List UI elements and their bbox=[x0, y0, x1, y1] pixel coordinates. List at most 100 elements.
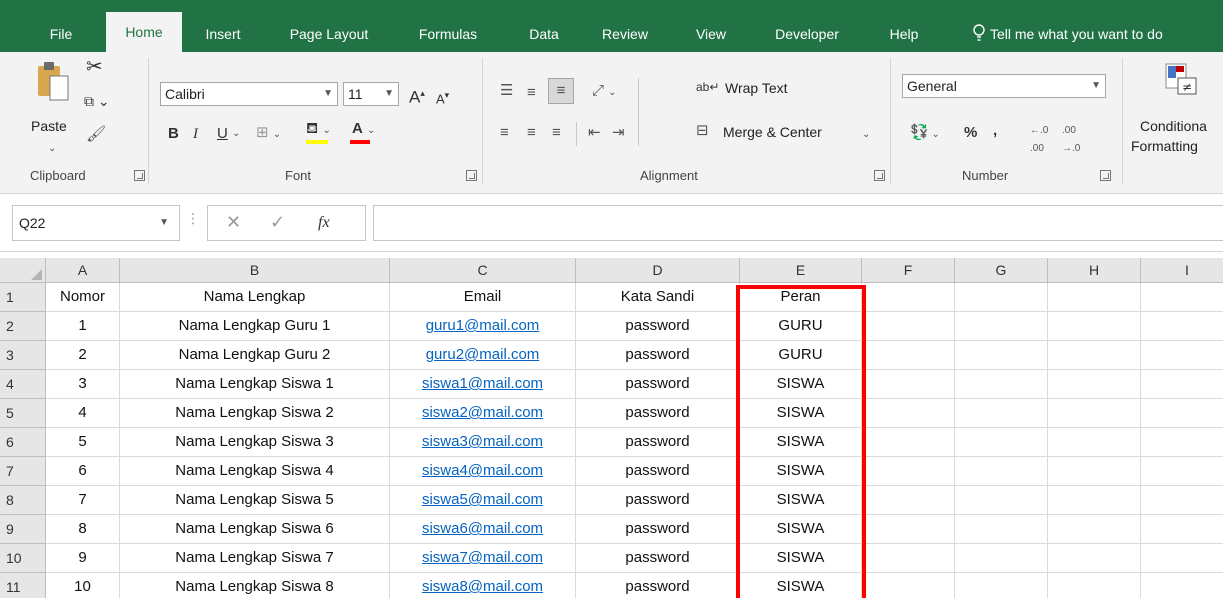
cell-a3[interactable]: 2 bbox=[46, 341, 120, 370]
cell-d4[interactable]: password bbox=[576, 370, 740, 399]
enter-icon[interactable]: ✓ bbox=[270, 212, 285, 233]
cell-i10[interactable] bbox=[1141, 544, 1223, 573]
cell-h2[interactable] bbox=[1048, 312, 1141, 341]
alignment-launcher-icon[interactable] bbox=[874, 170, 885, 181]
borders-icon[interactable]: ⊞ ⌄ bbox=[256, 124, 281, 144]
conditional-formatting-line1[interactable]: Conditiona bbox=[1140, 118, 1207, 134]
cell-f3[interactable] bbox=[862, 341, 955, 370]
column-header-b[interactable]: B bbox=[120, 258, 390, 283]
number-format-select[interactable]: General ▼ bbox=[902, 74, 1106, 98]
cell-a8[interactable]: 7 bbox=[46, 486, 120, 515]
cell-c2[interactable]: guru1@mail.com bbox=[390, 312, 576, 341]
cell-i2[interactable] bbox=[1141, 312, 1223, 341]
tab-developer[interactable]: Developer bbox=[762, 20, 852, 52]
paste-icon[interactable] bbox=[36, 60, 74, 106]
paste-label[interactable]: Paste bbox=[31, 118, 67, 134]
cell-c7[interactable]: siswa4@mail.com bbox=[390, 457, 576, 486]
row-header[interactable]: 8 bbox=[0, 486, 45, 515]
column-header-i[interactable]: I bbox=[1141, 258, 1223, 283]
cell-d8[interactable]: password bbox=[576, 486, 740, 515]
cell-f6[interactable] bbox=[862, 428, 955, 457]
cell-i6[interactable] bbox=[1141, 428, 1223, 457]
cell-h11[interactable] bbox=[1048, 573, 1141, 598]
cell-a9[interactable]: 8 bbox=[46, 515, 120, 544]
cell-b5[interactable]: Nama Lengkap Siswa 2 bbox=[120, 399, 390, 428]
accounting-format-icon[interactable]: 💱 ⌄ bbox=[910, 124, 940, 144]
cell-i7[interactable] bbox=[1141, 457, 1223, 486]
cell-c1[interactable]: Email bbox=[390, 283, 576, 312]
comma-style-button[interactable]: , bbox=[993, 122, 997, 140]
cell-e1[interactable]: Peran bbox=[740, 283, 862, 312]
cell-d9[interactable]: password bbox=[576, 515, 740, 544]
cell-d10[interactable]: password bbox=[576, 544, 740, 573]
drag-handle-icon[interactable]: ⋮ bbox=[186, 210, 200, 227]
column-header-g[interactable]: G bbox=[955, 258, 1048, 283]
tab-home[interactable]: Home bbox=[106, 12, 182, 52]
cell-e2[interactable]: GURU bbox=[740, 312, 862, 341]
cell-d2[interactable]: password bbox=[576, 312, 740, 341]
merge-center-button[interactable]: Merge & Center bbox=[723, 124, 822, 140]
cell-f5[interactable] bbox=[862, 399, 955, 428]
tab-help[interactable]: Help bbox=[880, 20, 928, 52]
font-color-icon[interactable]: A ⌄ bbox=[350, 120, 375, 144]
cell-g4[interactable] bbox=[955, 370, 1048, 399]
decrease-indent-icon[interactable]: ⇤ bbox=[588, 124, 601, 142]
cell-h6[interactable] bbox=[1048, 428, 1141, 457]
align-center-icon[interactable]: ≡ bbox=[527, 124, 536, 142]
cancel-icon[interactable]: ✕ bbox=[226, 212, 241, 233]
fill-color-icon[interactable]: ⛾ ⌄ bbox=[306, 120, 331, 144]
row-header[interactable]: 2 bbox=[0, 312, 45, 341]
cell-b10[interactable]: Nama Lengkap Siswa 7 bbox=[120, 544, 390, 573]
cell-d3[interactable]: password bbox=[576, 341, 740, 370]
cell-a1[interactable]: Nomor bbox=[46, 283, 120, 312]
number-launcher-icon[interactable] bbox=[1100, 170, 1111, 181]
row-header[interactable]: 11 bbox=[0, 573, 45, 598]
percent-style-button[interactable]: % bbox=[964, 124, 977, 142]
cell-i3[interactable] bbox=[1141, 341, 1223, 370]
cell-c10[interactable]: siswa7@mail.com bbox=[390, 544, 576, 573]
clipboard-launcher-icon[interactable] bbox=[134, 170, 145, 181]
cell-h3[interactable] bbox=[1048, 341, 1141, 370]
cell-d11[interactable]: password bbox=[576, 573, 740, 598]
increase-indent-icon[interactable]: ⇥ bbox=[612, 124, 625, 142]
align-right-icon[interactable]: ≡ bbox=[552, 124, 561, 142]
cell-g5[interactable] bbox=[955, 399, 1048, 428]
insert-function-icon[interactable]: fx bbox=[318, 214, 330, 232]
cell-c6[interactable]: siswa3@mail.com bbox=[390, 428, 576, 457]
column-header-c[interactable]: C bbox=[390, 258, 576, 283]
align-bottom-icon[interactable]: ≡ bbox=[548, 78, 574, 104]
cell-c11[interactable]: siswa8@mail.com bbox=[390, 573, 576, 598]
cell-a11[interactable]: 10 bbox=[46, 573, 120, 598]
cell-e6[interactable]: SISWA bbox=[740, 428, 862, 457]
tab-data[interactable]: Data bbox=[520, 20, 568, 52]
cell-e4[interactable]: SISWA bbox=[740, 370, 862, 399]
tell-me-search[interactable]: Tell me what you want to do bbox=[990, 20, 1163, 48]
cell-d7[interactable]: password bbox=[576, 457, 740, 486]
cell-c5[interactable]: siswa2@mail.com bbox=[390, 399, 576, 428]
cell-f8[interactable] bbox=[862, 486, 955, 515]
cell-a10[interactable]: 9 bbox=[46, 544, 120, 573]
cell-c9[interactable]: siswa6@mail.com bbox=[390, 515, 576, 544]
cell-e3[interactable]: GURU bbox=[740, 341, 862, 370]
cell-g1[interactable] bbox=[955, 283, 1048, 312]
wrap-text-button[interactable]: Wrap Text bbox=[725, 80, 788, 96]
cell-g2[interactable] bbox=[955, 312, 1048, 341]
increase-font-size-icon[interactable]: A▴ bbox=[409, 84, 425, 107]
name-box[interactable]: Q22 ▼ bbox=[12, 205, 180, 241]
cell-e5[interactable]: SISWA bbox=[740, 399, 862, 428]
row-header[interactable]: 10 bbox=[0, 544, 45, 573]
cell-g11[interactable] bbox=[955, 573, 1048, 598]
cell-b11[interactable]: Nama Lengkap Siswa 8 bbox=[120, 573, 390, 598]
merge-dropdown-icon[interactable]: ⌄ bbox=[862, 126, 870, 144]
cell-g7[interactable] bbox=[955, 457, 1048, 486]
cell-g10[interactable] bbox=[955, 544, 1048, 573]
cell-h4[interactable] bbox=[1048, 370, 1141, 399]
cut-icon[interactable]: ✂ bbox=[86, 57, 103, 77]
cell-f10[interactable] bbox=[862, 544, 955, 573]
cell-h9[interactable] bbox=[1048, 515, 1141, 544]
row-header[interactable]: 4 bbox=[0, 370, 45, 399]
cell-f7[interactable] bbox=[862, 457, 955, 486]
align-left-icon[interactable]: ≡ bbox=[500, 124, 509, 142]
column-header-f[interactable]: F bbox=[862, 258, 955, 283]
wrap-text-icon[interactable]: ab↵ bbox=[696, 78, 719, 96]
